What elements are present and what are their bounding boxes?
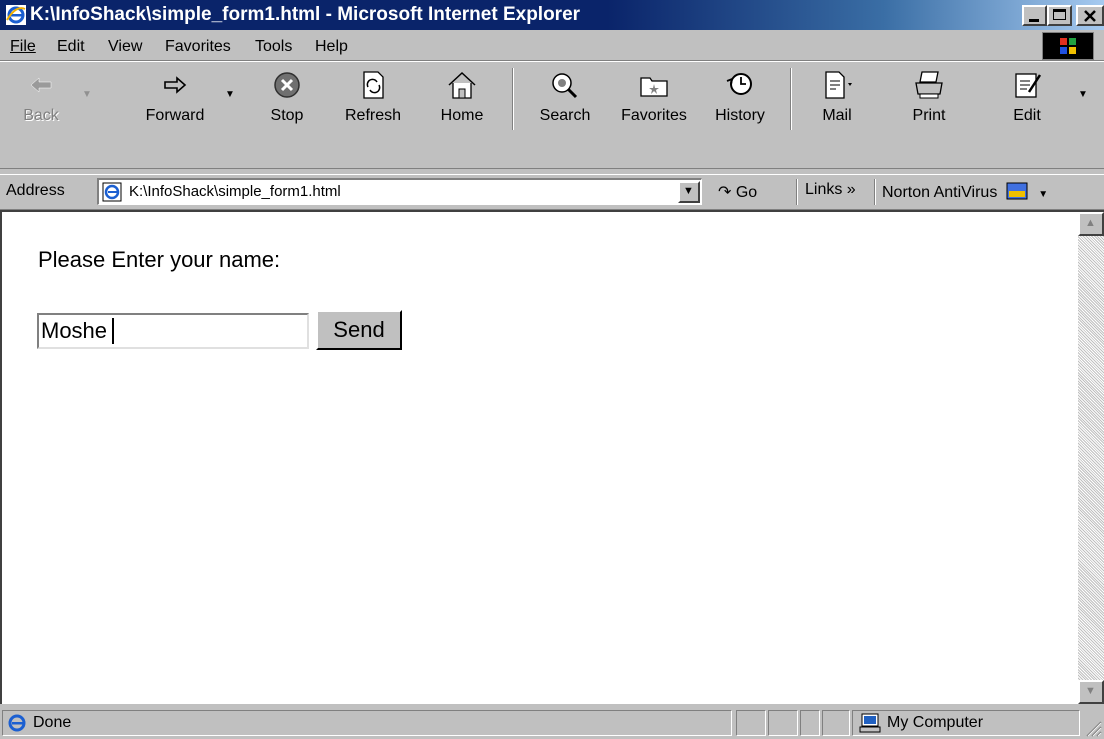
scroll-up-button[interactable]: ▲ [1078, 212, 1104, 236]
browser-window: K:\InfoShack\simple_form1.html - Microso… [0, 0, 1104, 739]
close-button[interactable] [1076, 5, 1104, 26]
go-arrow-icon: ↷ [718, 184, 732, 201]
ie-page-icon [102, 182, 122, 202]
status-bar: Done My Computer [0, 706, 1104, 739]
vertical-scrollbar[interactable]: ▲ ▼ [1078, 212, 1104, 704]
status-panel [736, 710, 766, 736]
scroll-down-button[interactable]: ▼ [1078, 680, 1104, 704]
norton-dropdown-icon: ▼ [1038, 189, 1049, 200]
norton-antivirus-button[interactable]: Norton AntiVirus ▼ [882, 182, 1048, 202]
go-button[interactable]: ↷ Go [718, 182, 757, 202]
status-panel [822, 710, 850, 736]
search-button[interactable]: Search [530, 67, 600, 129]
stop-button[interactable]: Stop [258, 67, 316, 129]
edit-button[interactable]: Edit [998, 67, 1056, 129]
toolbar-more-icon[interactable]: ▼ [1078, 89, 1088, 100]
resize-grip-icon[interactable] [1082, 717, 1102, 737]
stop-icon [274, 72, 300, 98]
address-label: Address [6, 182, 65, 199]
refresh-button[interactable]: Refresh [334, 67, 412, 129]
history-icon [726, 73, 752, 95]
toolbar-separator [790, 68, 792, 130]
menu-file[interactable]: File [10, 38, 36, 56]
status-panel [800, 710, 820, 736]
maximize-icon [1053, 9, 1066, 20]
printer-icon [915, 71, 943, 99]
norton-icon [1006, 182, 1028, 200]
address-separator [796, 179, 798, 205]
menu-bar: File Edit View Favorites Tools Help [0, 32, 1104, 61]
windows-logo-icon [1042, 32, 1094, 60]
security-zone-panel: My Computer [852, 710, 1080, 736]
status-panel [768, 710, 798, 736]
forward-arrow-icon [164, 76, 187, 94]
ie-page-done-icon [8, 714, 26, 732]
my-computer-icon [859, 713, 881, 733]
back-button[interactable]: Back [12, 67, 70, 129]
chevron-down-icon: ▼ [683, 185, 694, 197]
search-globe-icon [552, 73, 578, 99]
name-prompt-label: Please Enter your name: [38, 247, 281, 272]
history-button[interactable]: History [708, 67, 772, 129]
name-input[interactable] [37, 313, 309, 349]
menu-help[interactable]: Help [315, 38, 348, 56]
close-icon [1084, 10, 1096, 22]
back-dropdown-icon[interactable]: ▼ [82, 89, 92, 100]
menu-edit[interactable]: Edit [57, 38, 85, 56]
status-main-panel: Done [2, 710, 732, 736]
links-button[interactable]: Links » [805, 181, 856, 199]
home-button[interactable]: Home [430, 67, 494, 129]
status-text: Done [33, 714, 72, 731]
scroll-down-arrow-icon: ▼ [1085, 685, 1096, 697]
ie-logo-icon [6, 5, 26, 25]
print-button[interactable]: Print [900, 67, 958, 129]
favorites-button[interactable]: Favorites [612, 67, 696, 129]
toolbar-separator [512, 68, 514, 130]
scroll-up-arrow-icon: ▲ [1085, 217, 1096, 229]
window-title: K:\InfoShack\simple_form1.html - Microso… [30, 4, 581, 25]
menu-tools[interactable]: Tools [255, 38, 292, 56]
links-separator [874, 179, 876, 205]
title-bar[interactable]: K:\InfoShack\simple_form1.html - Microso… [0, 0, 1104, 30]
address-input[interactable]: K:\InfoShack\simple_form1.html ▼ [97, 178, 702, 205]
menu-view[interactable]: View [108, 38, 142, 56]
favorites-folder-icon [640, 77, 668, 97]
forward-button[interactable]: Forward [135, 67, 215, 129]
refresh-icon [363, 71, 384, 99]
edit-page-icon [1015, 73, 1042, 98]
address-url: K:\InfoShack\simple_form1.html [129, 183, 341, 200]
send-button[interactable]: Send [316, 310, 402, 350]
text-caret [112, 318, 114, 344]
mail-button[interactable]: Mail [808, 67, 866, 129]
address-bar: Address K:\InfoShack\simple_form1.html ▼… [0, 174, 1104, 210]
minimize-button[interactable] [1022, 5, 1047, 26]
standard-toolbar: Back ▼ Forward ▼ Stop Refresh Home Searc… [0, 62, 1104, 169]
menu-favorites[interactable]: Favorites [165, 38, 231, 56]
page-content: Please Enter your name: Send ▲ ▼ [0, 210, 1104, 704]
home-icon [448, 71, 476, 99]
address-dropdown-button[interactable]: ▼ [678, 181, 700, 203]
mail-icon [825, 71, 852, 99]
security-zone-text: My Computer [887, 714, 984, 731]
forward-dropdown-icon[interactable]: ▼ [225, 89, 235, 100]
maximize-button[interactable] [1047, 5, 1072, 26]
minimize-icon [1029, 19, 1039, 22]
back-arrow-icon [30, 77, 52, 93]
